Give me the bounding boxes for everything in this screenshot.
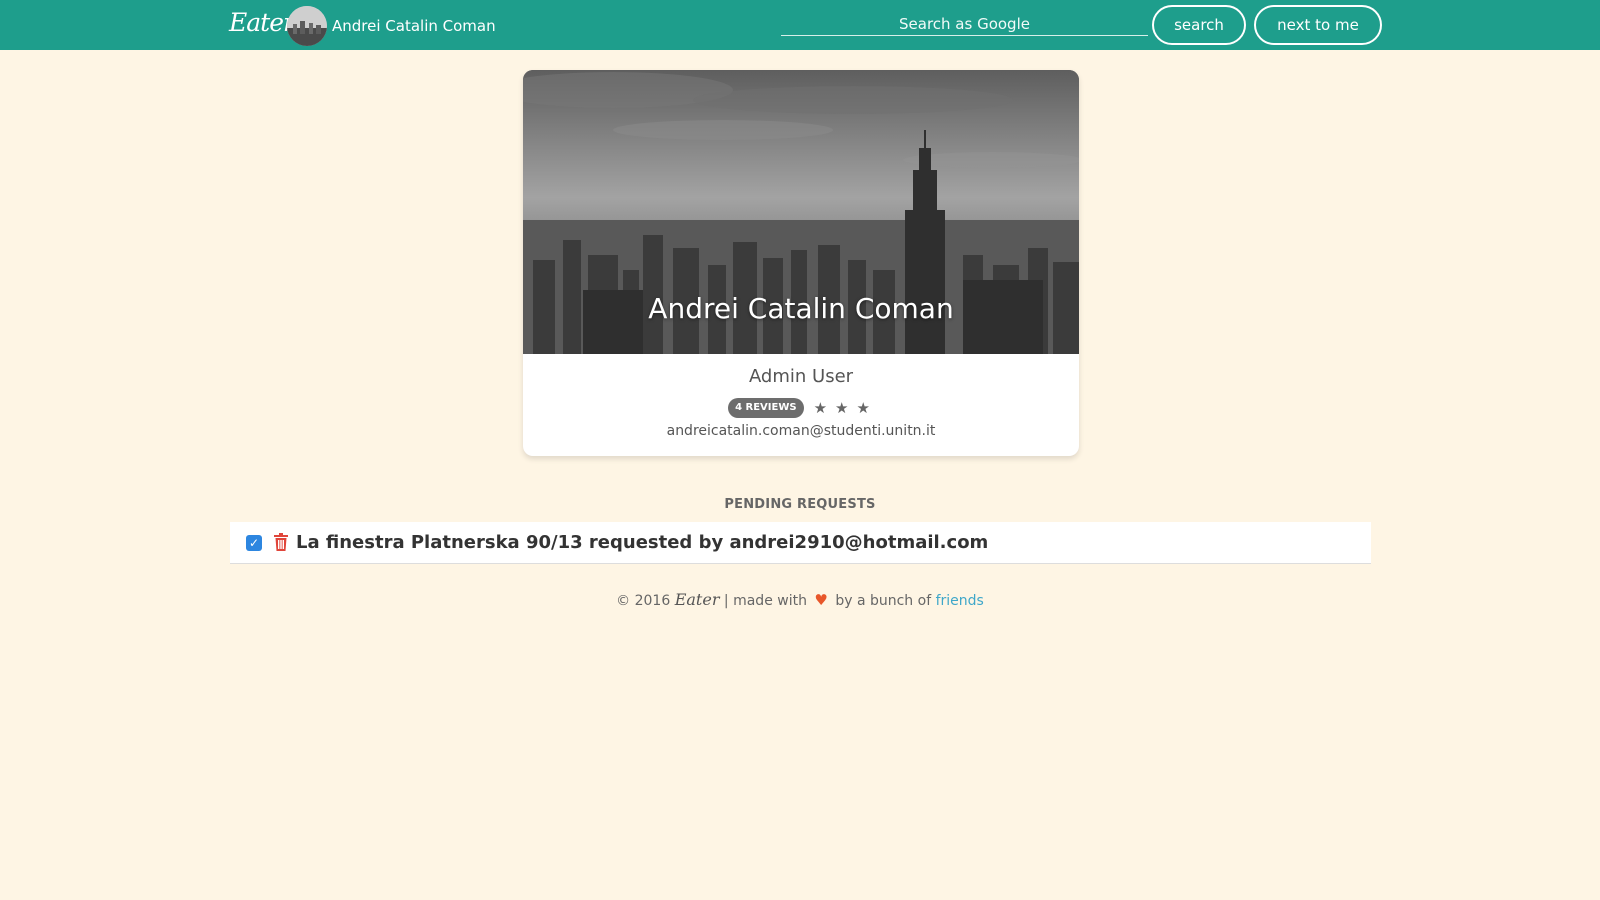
profile-name: Andrei Catalin Coman bbox=[648, 292, 954, 325]
reviews-badge[interactable]: 4 REVIEWS bbox=[728, 398, 804, 418]
rating-row: 4 REVIEWS ★ ★ ★ bbox=[523, 398, 1079, 418]
star-icon: ★ bbox=[813, 399, 828, 417]
star-icon: ★ bbox=[856, 399, 870, 417]
search-button[interactable]: search bbox=[1152, 5, 1246, 45]
brand-logo[interactable]: Eater bbox=[229, 8, 295, 37]
footer: © 2016 Eater | made with ♥ by a bunch of… bbox=[0, 590, 1600, 609]
request-text: La finestra Platnerska 90/13 requested b… bbox=[296, 532, 989, 553]
pending-requests-title: PENDING REQUESTS bbox=[724, 497, 876, 512]
profile-role: Admin User bbox=[748, 366, 854, 387]
navbar: Eater Andrei Catalin Coman search next t… bbox=[0, 0, 1600, 50]
cover-image: Andrei Catalin Coman bbox=[523, 70, 1079, 354]
heart-icon: ♥ bbox=[814, 591, 828, 609]
footer-made-with: | made with bbox=[723, 593, 807, 609]
profile-email: andreicatalin.coman@studenti.unitn.it bbox=[666, 423, 936, 439]
profile-card: Andrei Catalin Coman Admin User 4 REVIEW… bbox=[523, 70, 1079, 456]
search-input[interactable] bbox=[781, 12, 1148, 36]
friends-link[interactable]: friends bbox=[936, 593, 984, 609]
list-item: ✓ La finestra Platnerska 90/13 requested… bbox=[230, 522, 1371, 564]
trash-icon[interactable] bbox=[274, 533, 288, 551]
approve-checkbox[interactable]: ✓ bbox=[246, 535, 262, 551]
footer-copyright: © 2016 bbox=[616, 593, 671, 609]
footer-brand: Eater bbox=[674, 590, 720, 609]
nav-username[interactable]: Andrei Catalin Coman bbox=[332, 17, 496, 35]
avatar[interactable] bbox=[287, 6, 327, 46]
star-icon: ★ bbox=[835, 399, 849, 417]
footer-by: by a bunch of bbox=[835, 593, 932, 609]
next-to-me-button[interactable]: next to me bbox=[1254, 5, 1382, 45]
